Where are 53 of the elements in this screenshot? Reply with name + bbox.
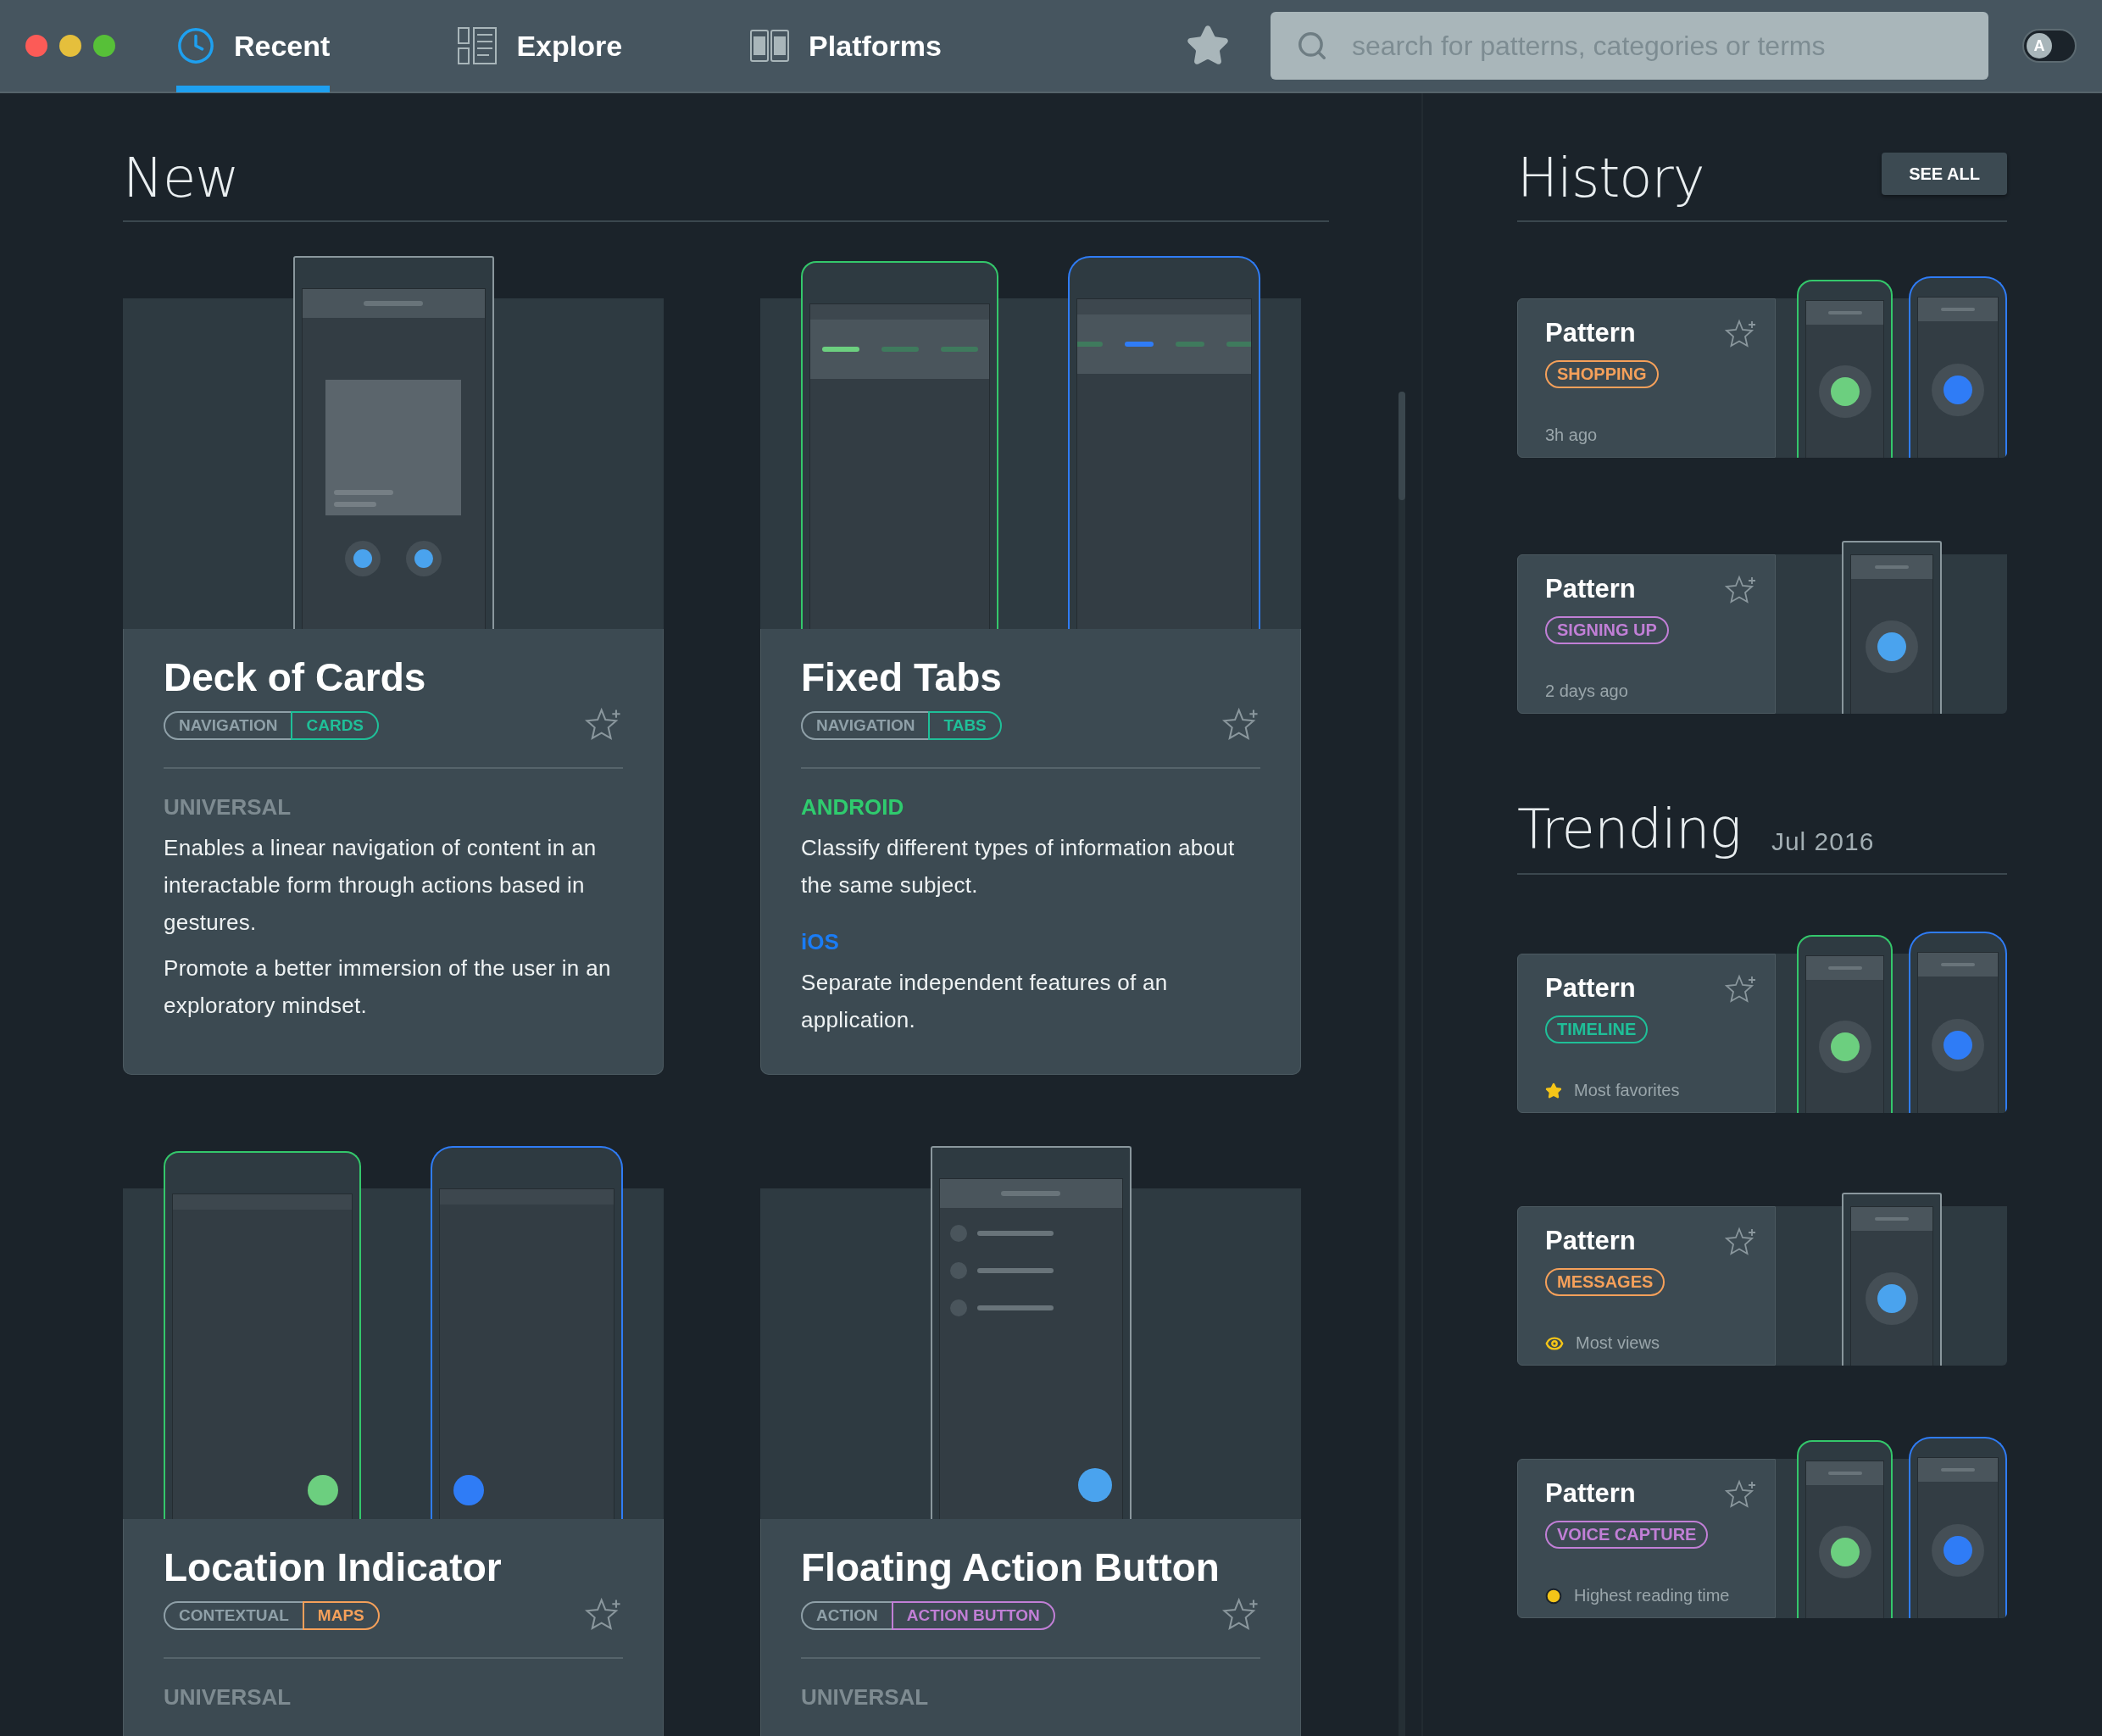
category-tag[interactable]: CONTEXTUAL bbox=[164, 1601, 304, 1631]
pattern-title: Pattern bbox=[1545, 1226, 1636, 1256]
platform-label: iOS bbox=[801, 929, 840, 956]
star-icon bbox=[1545, 1082, 1562, 1099]
category-tag[interactable]: CARDS bbox=[291, 711, 380, 741]
card-title: Fixed Tabs bbox=[801, 654, 1003, 701]
account-toggle[interactable]: A bbox=[2022, 29, 2077, 63]
category-tag[interactable]: ACTION BUTTON bbox=[891, 1601, 1055, 1631]
pattern-meta-text: Highest reading time bbox=[1574, 1586, 1730, 1605]
close-button[interactable] bbox=[25, 35, 47, 57]
category-tag[interactable]: NAVIGATION bbox=[164, 711, 293, 741]
pattern-title: Pattern bbox=[1545, 973, 1636, 1004]
card-title: Location Indicator bbox=[164, 1544, 503, 1591]
see-all-button[interactable]: SEE ALL bbox=[1882, 153, 2007, 195]
devices-icon bbox=[749, 29, 791, 63]
category-tag[interactable]: SHOPPING bbox=[1545, 360, 1659, 388]
scrollbar-thumb[interactable] bbox=[1399, 392, 1405, 500]
pattern-title: Pattern bbox=[1545, 1478, 1636, 1509]
pattern-meta-text: Most favorites bbox=[1574, 1081, 1680, 1100]
category-tag[interactable]: TIMELINE bbox=[1545, 1015, 1649, 1043]
category-tag[interactable]: MAPS bbox=[302, 1601, 380, 1631]
search-icon bbox=[1296, 30, 1328, 62]
description-text: Enables a linear navigation of content in an interactable form through actions based in gestures. bbox=[164, 834, 598, 938]
card-title: Deck of Cards bbox=[164, 654, 427, 701]
section-title: History bbox=[1517, 151, 1704, 205]
period-label: Jul 2016 bbox=[1771, 827, 1875, 856]
category-tag[interactable]: MESSAGES bbox=[1545, 1268, 1665, 1296]
platform-label: UNIVERSAL bbox=[164, 1684, 292, 1711]
minimize-button[interactable] bbox=[59, 35, 81, 57]
description-text: Separate independent features of an application. bbox=[801, 969, 1169, 1035]
nav-tab[interactable]: Platforms bbox=[749, 0, 942, 92]
pattern-meta-text: 2 days ago bbox=[1545, 682, 1628, 701]
category-tag[interactable]: SIGNING UP bbox=[1545, 616, 1669, 644]
platform-label: UNIVERSAL bbox=[164, 794, 292, 821]
card-title: Floating Action Button bbox=[801, 1544, 1221, 1591]
pattern-title: Pattern bbox=[1545, 574, 1636, 604]
category-tag[interactable]: ACTION bbox=[801, 1601, 893, 1631]
category-tag[interactable]: NAVIGATION bbox=[801, 711, 931, 741]
category-tag[interactable]: TABS bbox=[928, 711, 1002, 741]
pattern-meta-text: Most views bbox=[1576, 1333, 1660, 1353]
platform-label: UNIVERSAL bbox=[801, 1684, 930, 1711]
zoom-button[interactable] bbox=[93, 35, 115, 57]
description-text: Classify different types of information about the same subject. bbox=[801, 834, 1236, 900]
nav-tab[interactable]: Explore bbox=[457, 0, 623, 92]
pattern-title: Pattern bbox=[1545, 318, 1636, 348]
layout-grid-icon bbox=[457, 26, 498, 65]
description-text: Promote a better immersion of the user in an exploratory mindset. bbox=[164, 954, 612, 1021]
platform-label: ANDROID bbox=[801, 794, 905, 821]
section-title: New bbox=[123, 151, 239, 205]
pattern-meta-text: 3h ago bbox=[1545, 426, 1598, 445]
nav-tab[interactable]: Recent bbox=[176, 0, 331, 92]
category-tag[interactable]: VOICE CAPTURE bbox=[1545, 1521, 1709, 1549]
scrollbar-track[interactable] bbox=[1399, 392, 1405, 1736]
